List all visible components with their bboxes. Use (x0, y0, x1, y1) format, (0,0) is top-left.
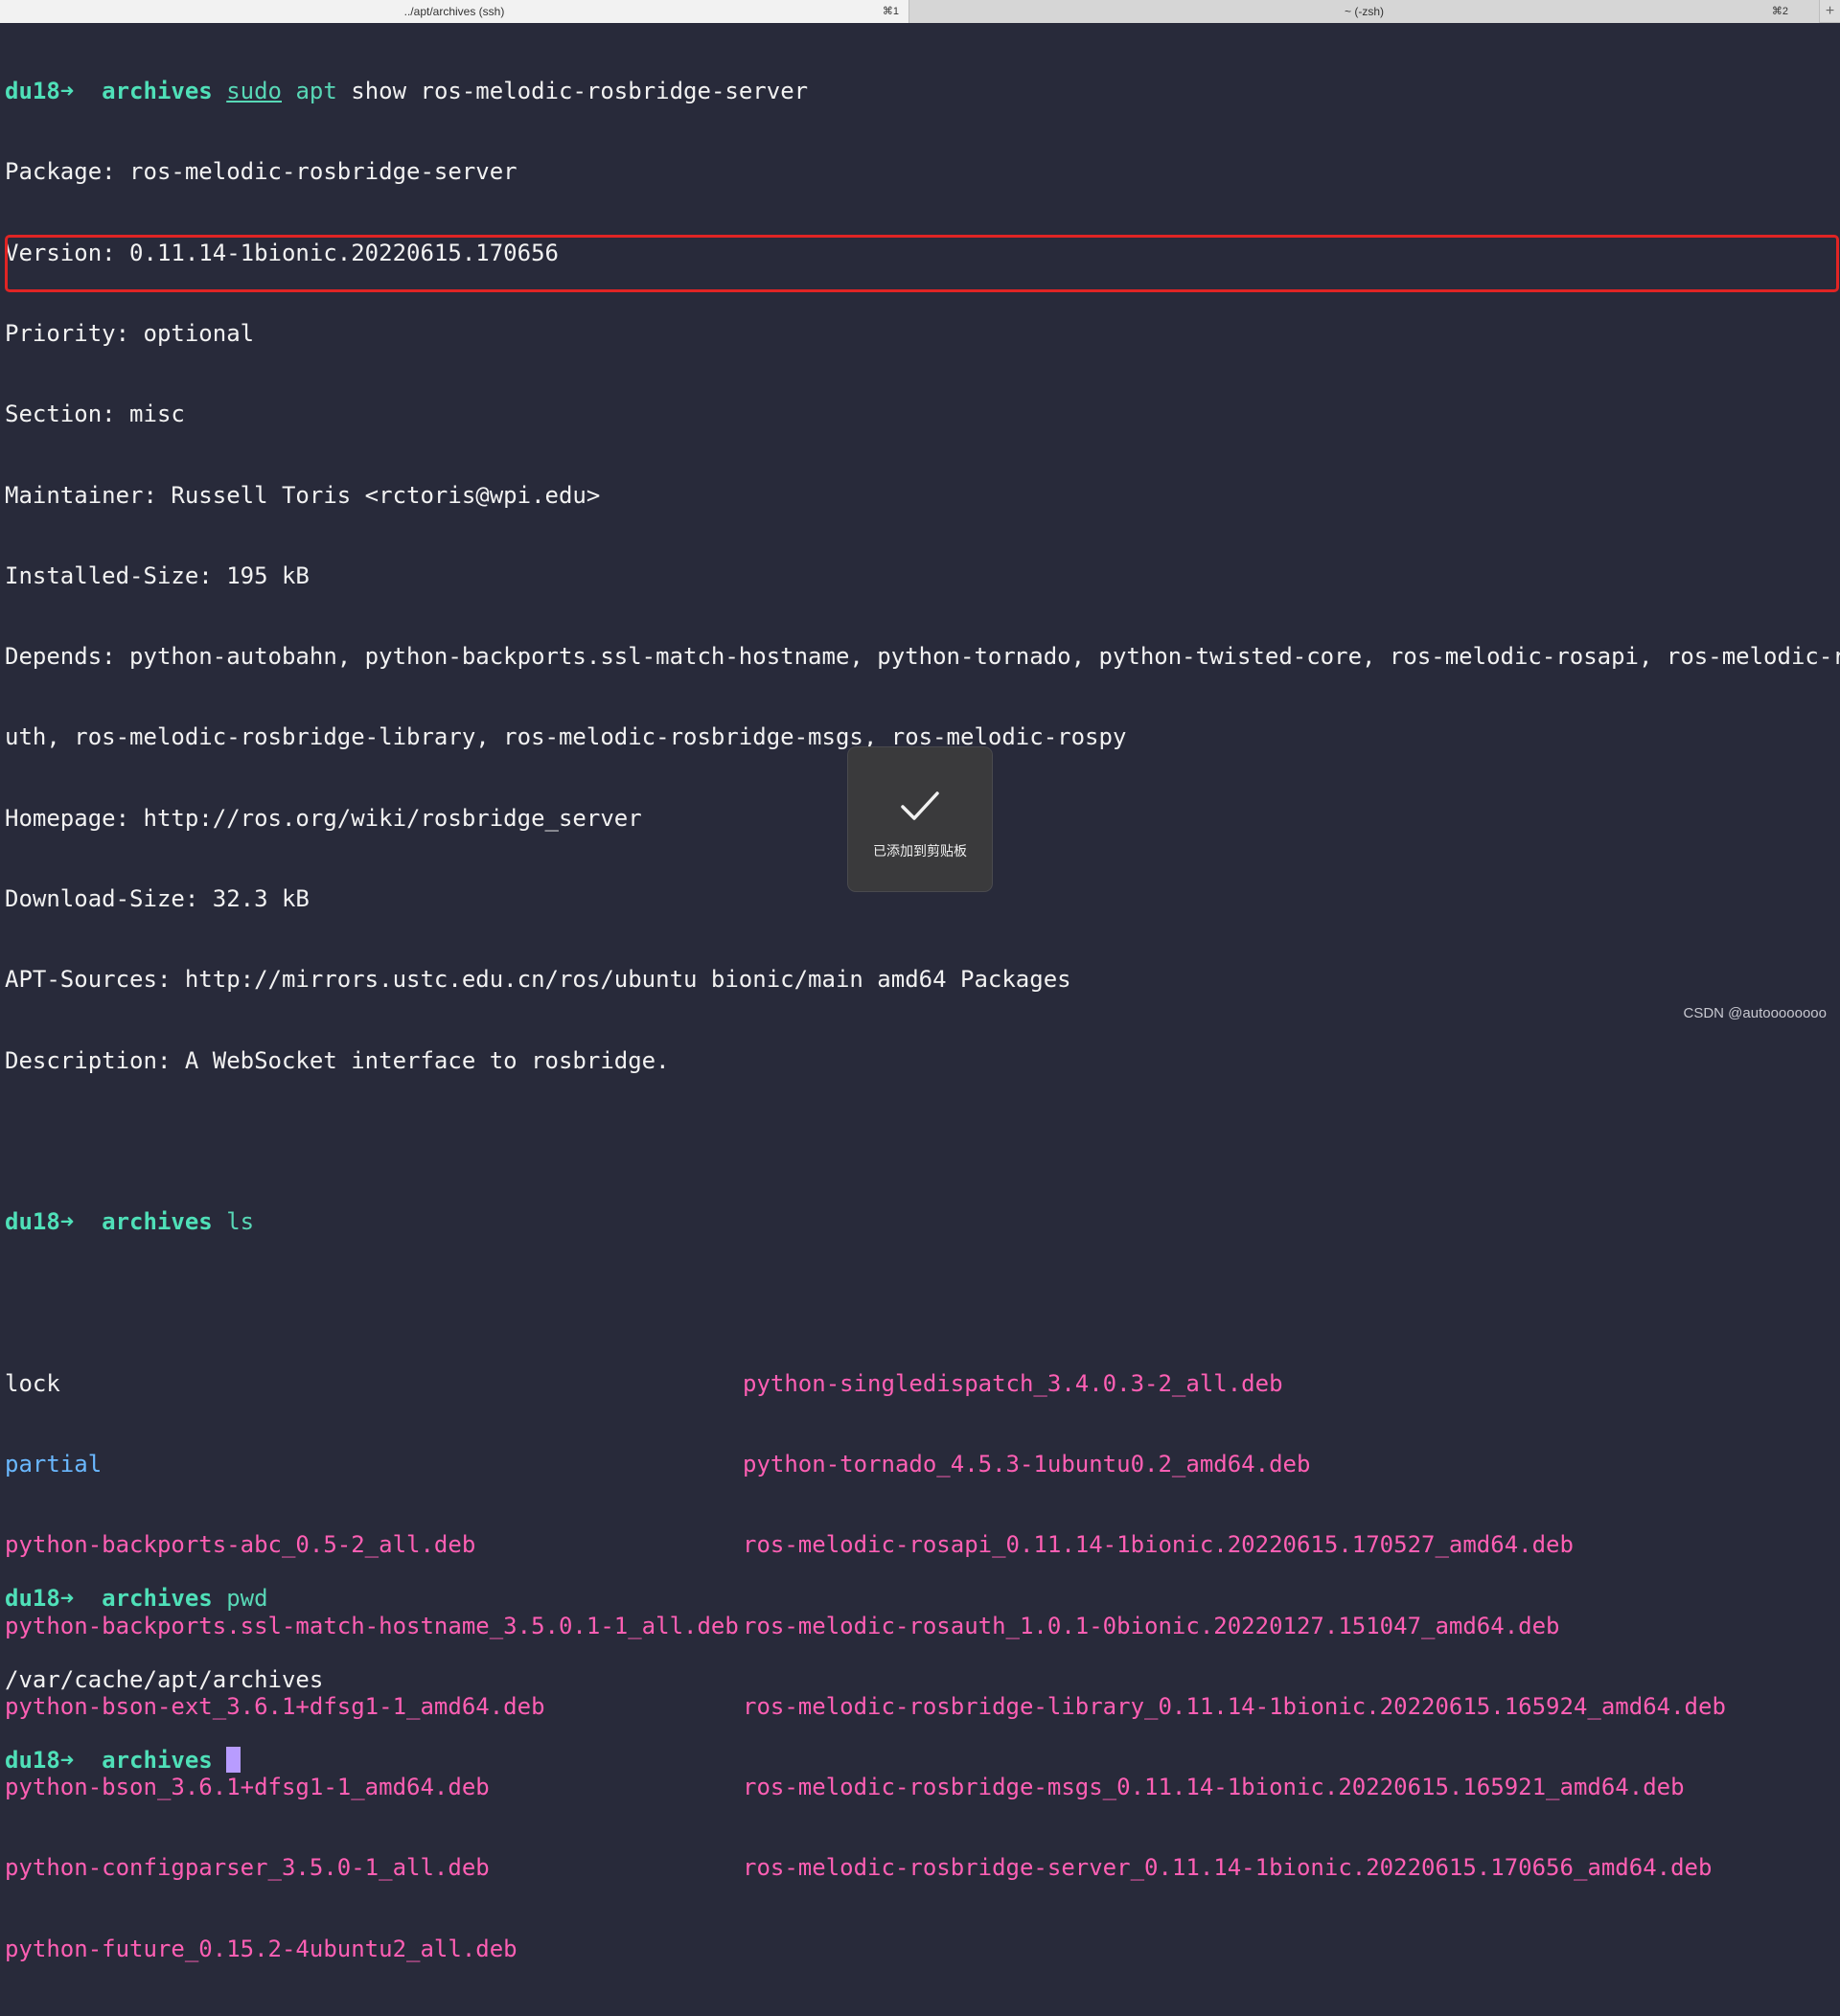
tab-title: ~ (-zsh) (909, 0, 1819, 23)
blank-line (5, 1128, 1837, 1155)
output-version: Version: 0.11.14-1bionic.20220615.170656 (5, 240, 1837, 266)
tab-zsh-home[interactable]: ~ (-zsh) ⌘2 (908, 0, 1819, 23)
command-sudo: sudo (226, 78, 282, 104)
list-item: python-backports.ssl-match-hostname_3.5.… (5, 1613, 739, 1639)
output-installed-size: Installed-Size: 195 kB (5, 562, 1837, 589)
copied-toast: 已添加到剪贴板 (848, 747, 992, 891)
list-item: python-future_0.15.2-4ubuntu2_all.deb (5, 1936, 739, 1962)
list-item: lock (5, 1370, 739, 1397)
list-item: ros-melodic-rosbridge-msgs_0.11.14-1bion… (743, 1774, 1726, 1800)
command-args: show ros-melodic-rosbridge-server (337, 78, 808, 104)
tab-bar: ../apt/archives (ssh) ⌘1 ~ (-zsh) ⌘2 + (0, 0, 1840, 23)
output-description: Description: A WebSocket interface to ro… (5, 1047, 1837, 1074)
output-priority: Priority: optional (5, 320, 1837, 347)
list-item: python-tornado_4.5.3-1ubuntu0.2_amd64.de… (743, 1451, 1726, 1478)
list-item: ros-melodic-rosbridge-library_0.11.14-1b… (743, 1693, 1726, 1720)
watermark: CSDN @autoooooooo (1684, 1005, 1828, 1021)
list-item: python-configparser_3.5.0-1_all.deb (5, 1854, 739, 1881)
prompt-directory: archives (102, 78, 213, 104)
prompt-host: du18➜ (5, 78, 74, 104)
prompt-directory: archives (102, 1208, 213, 1235)
output-apt-sources: APT-Sources: http://mirrors.ustc.edu.cn/… (5, 966, 1837, 993)
tab-shortcut: ⌘1 (883, 0, 899, 23)
ls-column-right: python-singledispatch_3.4.0.3-2_all.deb … (743, 1317, 1726, 1936)
list-item: python-bson_3.6.1+dfsg1-1_amd64.deb (5, 1774, 739, 1800)
command-apt: apt (295, 78, 336, 104)
output-section: Section: misc (5, 401, 1837, 427)
list-item: ros-melodic-rosapi_0.11.14-1bionic.20220… (743, 1531, 1726, 1558)
command-line-ls: du18➜ archives ls (5, 1208, 1837, 1235)
list-item: partial (5, 1451, 739, 1478)
command-line-show: du18➜ archives sudo apt show ros-melodic… (5, 78, 1837, 104)
list-item: ros-melodic-rosbridge-server_0.11.14-1bi… (743, 1854, 1726, 1881)
ls-file-list: lock partial python-backports-abc_0.5-2_… (5, 1317, 1837, 1505)
list-item: python-backports-abc_0.5-2_all.deb (5, 1531, 739, 1558)
new-tab-button[interactable]: + (1819, 0, 1840, 23)
tab-title: ../apt/archives (ssh) (0, 0, 908, 23)
output-depends-line-1: Depends: python-autobahn, python-backpor… (5, 643, 1837, 670)
list-item: ros-melodic-rosauth_1.0.1-0bionic.202201… (743, 1613, 1726, 1639)
toast-message: 已添加到剪贴板 (848, 841, 992, 860)
command-ls: ls (226, 1208, 254, 1235)
list-item: python-bson-ext_3.6.1+dfsg1-1_amd64.deb (5, 1693, 739, 1720)
tab-ssh-archives[interactable]: ../apt/archives (ssh) ⌘1 (0, 0, 908, 23)
ls-column-left: lock partial python-backports-abc_0.5-2_… (5, 1317, 739, 2016)
list-item: python-singledispatch_3.4.0.3-2_all.deb (743, 1370, 1726, 1397)
prompt-host: du18➜ (5, 1208, 74, 1235)
output-package: Package: ros-melodic-rosbridge-server (5, 158, 1837, 185)
output-maintainer: Maintainer: Russell Toris <rctoris@wpi.e… (5, 482, 1837, 509)
checkmark-icon (897, 783, 943, 829)
tab-shortcut: ⌘2 (1772, 0, 1788, 23)
